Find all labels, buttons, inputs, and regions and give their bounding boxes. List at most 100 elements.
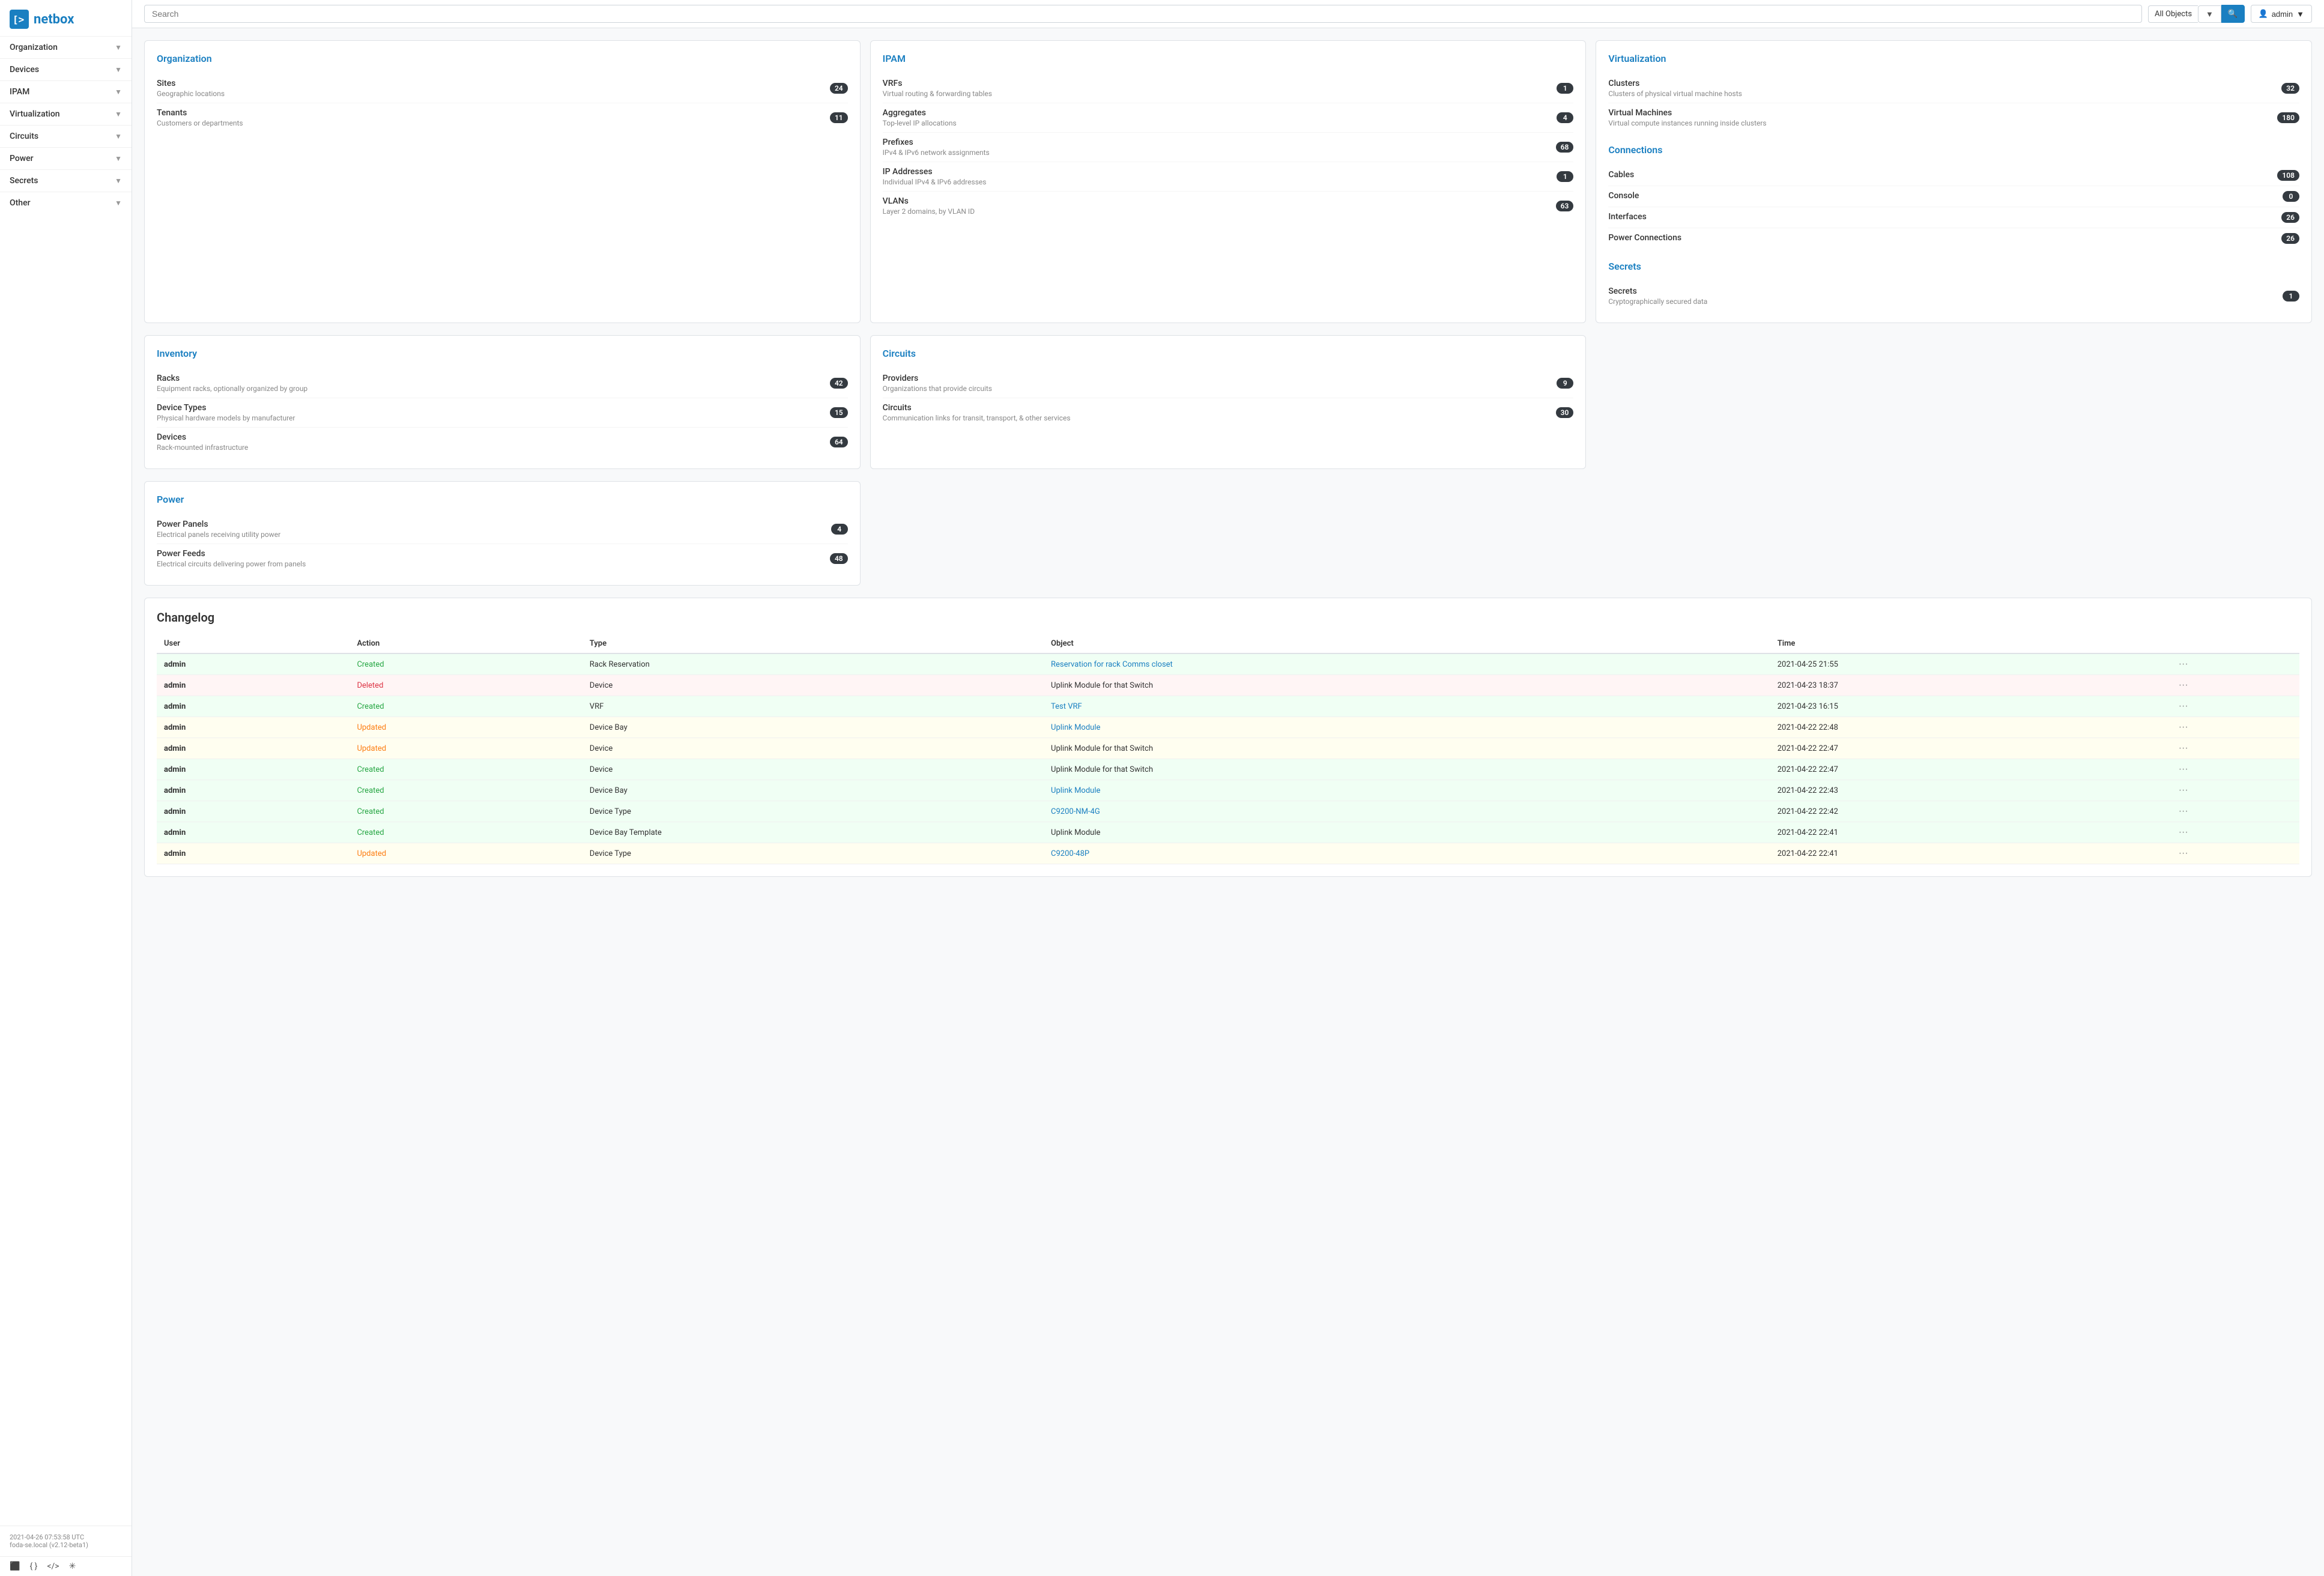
- row-menu-button[interactable]: ···: [2179, 827, 2188, 838]
- row-menu-button[interactable]: ···: [2179, 806, 2188, 817]
- sidebar-item-secrets[interactable]: Secrets▼: [0, 169, 132, 192]
- admin-label: admin: [2272, 10, 2293, 19]
- cell-type: Device Bay: [583, 717, 1044, 738]
- object-link[interactable]: Uplink Module: [1051, 786, 1100, 795]
- logo-text: netbox: [34, 12, 74, 27]
- card-item-desc: Electrical circuits delivering power fro…: [157, 560, 830, 568]
- admin-button[interactable]: 👤 admin ▼: [2251, 5, 2312, 23]
- sidebar: [> netbox Organization▼Devices▼IPAM▼Virt…: [0, 0, 132, 1576]
- cell-user: admin: [157, 759, 350, 780]
- code-icon[interactable]: </>: [47, 1562, 59, 1571]
- card-item-name[interactable]: Console: [1608, 191, 2283, 201]
- card-item-info: Secrets Cryptographically secured data: [1608, 286, 2283, 306]
- card-item-name[interactable]: IP Addresses: [883, 167, 1557, 177]
- card-item-name[interactable]: Power Feeds: [157, 549, 830, 559]
- card-item-name[interactable]: Device Types: [157, 403, 830, 413]
- sidebar-item-other[interactable]: Other▼: [0, 192, 132, 214]
- count-badge: 30: [1556, 407, 1574, 418]
- list-item: Racks Equipment racks, optionally organi…: [157, 369, 848, 398]
- logo: [> netbox: [0, 0, 132, 36]
- card-item-name[interactable]: Secrets: [1608, 286, 2283, 296]
- search-go-button[interactable]: 🔍: [2221, 5, 2245, 23]
- cell-time: 2021-04-22 22:41: [1770, 822, 2171, 843]
- row-menu-button[interactable]: ···: [2179, 659, 2188, 670]
- row-menu-button[interactable]: ···: [2179, 743, 2188, 754]
- table-row: admin Deleted Device Uplink Module for t…: [157, 675, 2299, 696]
- card-item-info: VLANs Layer 2 domains, by VLAN ID: [883, 196, 1556, 216]
- card-item-info: Tenants Customers or departments: [157, 108, 830, 127]
- sidebar-item-organization[interactable]: Organization▼: [0, 36, 132, 58]
- row-menu-button[interactable]: ···: [2179, 722, 2188, 733]
- header: All Objects ▼ 🔍 👤 admin ▼: [132, 0, 2324, 28]
- sidebar-item-ipam[interactable]: IPAM▼: [0, 80, 132, 103]
- card-item-name[interactable]: Sites: [157, 79, 830, 88]
- row-menu-button[interactable]: ···: [2179, 848, 2188, 859]
- search-filter-button[interactable]: ▼: [2198, 5, 2221, 23]
- card-item-name[interactable]: VRFs: [883, 79, 1557, 88]
- object-link[interactable]: C9200-48P: [1051, 849, 1089, 858]
- card-item-name[interactable]: Power Connections: [1608, 233, 2281, 243]
- count-badge: 1: [1557, 171, 1573, 182]
- object-link[interactable]: C9200-NM-4G: [1051, 807, 1100, 816]
- object-link[interactable]: Uplink Module: [1051, 723, 1100, 732]
- card-item-name[interactable]: Tenants: [157, 108, 830, 118]
- search-input[interactable]: [144, 5, 2142, 23]
- asterisk-icon[interactable]: ✳: [69, 1562, 76, 1571]
- card-item-name[interactable]: Devices: [157, 432, 830, 442]
- cell-type: Device Bay Template: [583, 822, 1044, 843]
- sidebar-item-devices[interactable]: Devices▼: [0, 58, 132, 80]
- card-item-name[interactable]: VLANs: [883, 196, 1556, 206]
- row-menu-button[interactable]: ···: [2179, 701, 2188, 712]
- card-item-name[interactable]: Power Panels: [157, 520, 831, 529]
- row-menu-button[interactable]: ···: [2179, 785, 2188, 796]
- table-row: admin Created Rack Reservation Reservati…: [157, 653, 2299, 675]
- card-item-name[interactable]: Clusters: [1608, 79, 2281, 88]
- cell-menu: ···: [2171, 696, 2299, 717]
- content-area: Organization Sites Geographic locations …: [132, 28, 2324, 1576]
- col-actions: [2171, 634, 2299, 653]
- col-type: Type: [583, 634, 1044, 653]
- list-item: Devices Rack-mounted infrastructure 64: [157, 428, 848, 456]
- sidebar-footer-icons: ⬛ { } </> ✳: [0, 1556, 132, 1576]
- card-item-name[interactable]: Providers: [883, 374, 1557, 383]
- changelog-table: User Action Type Object Time admin Creat…: [157, 634, 2299, 864]
- cell-type: Device: [583, 675, 1044, 696]
- card-item-name[interactable]: Prefixes: [883, 138, 1556, 147]
- object-link[interactable]: Test VRF: [1051, 702, 1082, 711]
- list-item: Virtual Machines Virtual compute instanc…: [1608, 103, 2299, 132]
- card-item-name[interactable]: Interfaces: [1608, 212, 2281, 222]
- sidebar-item-power[interactable]: Power▼: [0, 147, 132, 169]
- cell-time: 2021-04-22 22:41: [1770, 843, 2171, 864]
- cell-user: admin: [157, 822, 350, 843]
- card-item-name[interactable]: Circuits: [883, 403, 1556, 413]
- card-item-name[interactable]: Racks: [157, 374, 830, 383]
- card-item-name[interactable]: Virtual Machines: [1608, 108, 2277, 118]
- search-icon: 🔍: [2228, 9, 2238, 18]
- card-item-info: IP Addresses Individual IPv4 & IPv6 addr…: [883, 167, 1557, 186]
- cell-action: Deleted: [350, 675, 582, 696]
- table-row: admin Created Device Uplink Module for t…: [157, 759, 2299, 780]
- card-item-name[interactable]: Aggregates: [883, 108, 1557, 118]
- sidebar-item-label-organization: Organization: [10, 43, 58, 52]
- card-item-name[interactable]: Cables: [1608, 170, 2277, 180]
- cell-time: 2021-04-22 22:47: [1770, 759, 2171, 780]
- cell-action: Updated: [350, 717, 582, 738]
- terminal-icon[interactable]: ⬛: [10, 1562, 20, 1571]
- row-menu-button[interactable]: ···: [2179, 764, 2188, 775]
- count-badge: 15: [830, 407, 848, 418]
- card-item-info: Circuits Communication links for transit…: [883, 403, 1556, 422]
- netbox-logo-icon: [>: [10, 10, 29, 29]
- cell-menu: ···: [2171, 843, 2299, 864]
- footer-timestamp: 2021-04-26 07:53:58 UTC: [10, 1533, 122, 1541]
- sidebar-item-label-ipam: IPAM: [10, 87, 29, 97]
- braces-icon[interactable]: { }: [29, 1562, 37, 1571]
- row-menu-button[interactable]: ···: [2179, 680, 2188, 691]
- col-action: Action: [350, 634, 582, 653]
- sidebar-item-circuits[interactable]: Circuits▼: [0, 125, 132, 147]
- sidebar-item-virtualization[interactable]: Virtualization▼: [0, 103, 132, 125]
- cell-time: 2021-04-23 16:15: [1770, 696, 2171, 717]
- card-item-desc: Individual IPv4 & IPv6 addresses: [883, 178, 1557, 186]
- card-item-info: Console: [1608, 191, 2283, 202]
- object-link[interactable]: Reservation for rack Comms closet: [1051, 660, 1173, 669]
- cell-user: admin: [157, 653, 350, 675]
